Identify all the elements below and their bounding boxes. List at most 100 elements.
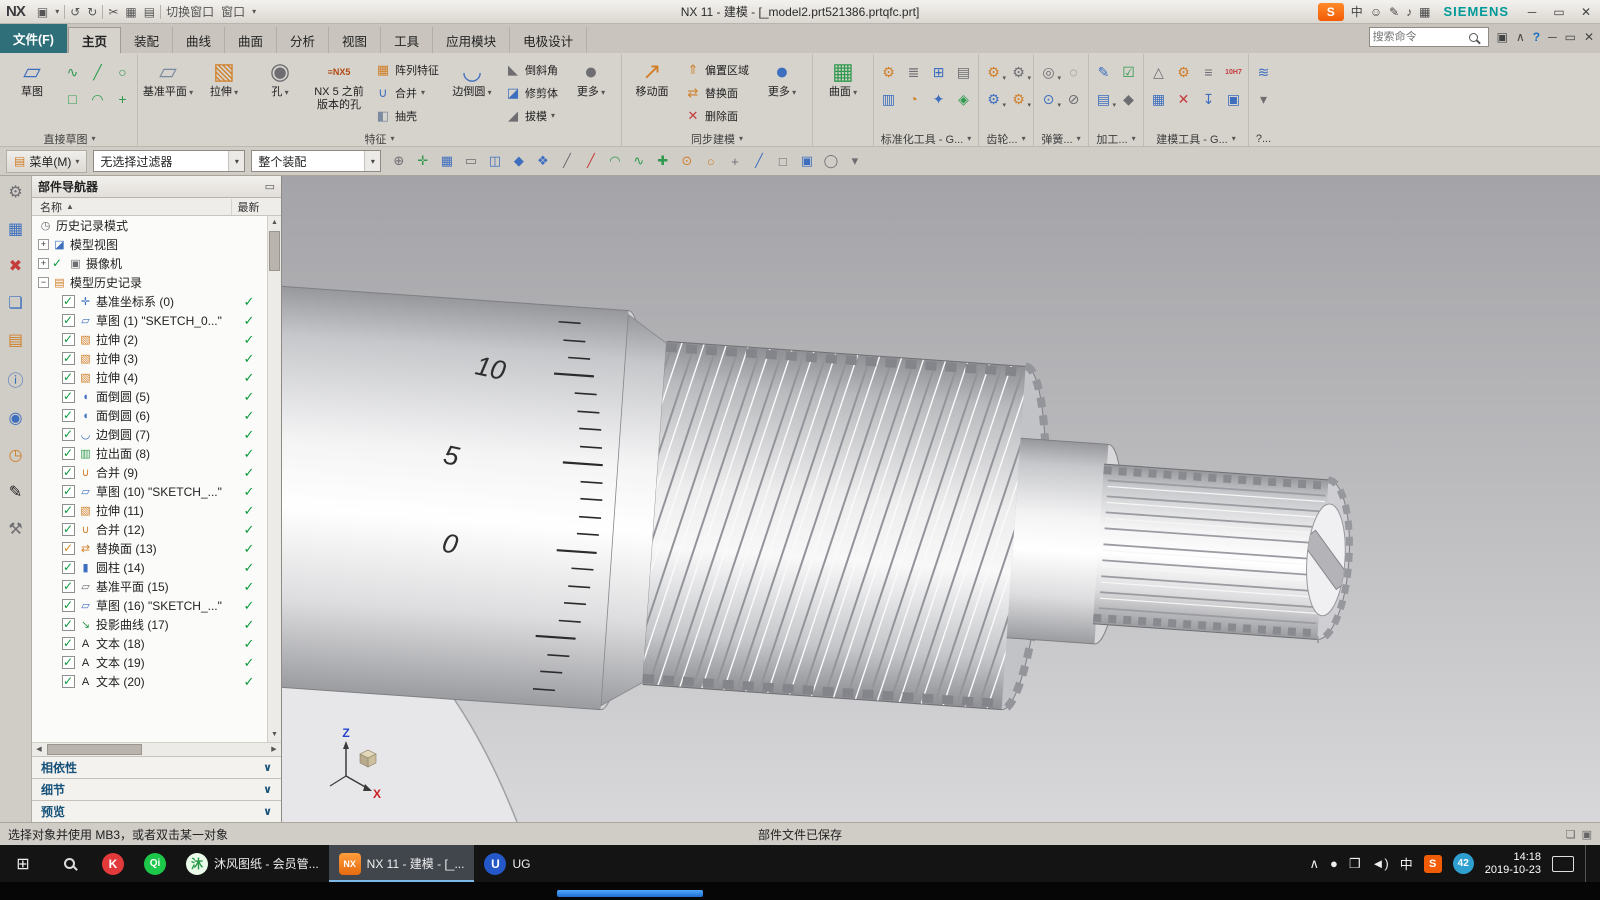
ribbon-tab[interactable]: 主页 (67, 27, 121, 53)
window-menu-arrow[interactable]: ▾ (250, 7, 258, 16)
save-menu-arrow[interactable]: ▾ (53, 7, 61, 16)
selection-toolbar-icon[interactable]: ▣ (795, 149, 818, 173)
scroll-left-arrow[interactable]: ◀ (32, 743, 46, 757)
tree-row[interactable]: ∪ 合并 (9) (32, 463, 267, 482)
machining-tool-icon[interactable]: ▤ (1092, 87, 1116, 111)
feature-checkbox[interactable] (62, 389, 75, 403)
expand-toggle[interactable]: − (38, 277, 49, 288)
minimize-button[interactable]: ─ (1522, 5, 1542, 19)
ribbon-tab[interactable]: 工具 (381, 27, 434, 53)
tray-icon[interactable]: ◄) (1372, 856, 1389, 871)
modeling-tool-icon[interactable]: △ (1147, 60, 1170, 84)
taskbar-app[interactable]: 沐 沐风图纸 - 会员管... (176, 845, 329, 882)
column-latest[interactable]: 最新 (231, 198, 265, 215)
shell-button[interactable]: ◧ 抽壳 (371, 104, 443, 127)
selection-filter-dropdown[interactable]: 无选择过滤器 ▾ (93, 150, 246, 172)
tree-row[interactable]: ◷ 历史记录模式 (32, 216, 267, 235)
vertical-scrollbar[interactable]: ▲ ▼ (267, 216, 281, 742)
scroll-up-arrow[interactable]: ▲ (268, 216, 281, 230)
ime-board-icon[interactable]: ▦ (1419, 5, 1430, 19)
machining-tool-icon[interactable]: ✎ (1092, 60, 1115, 84)
tray-icon[interactable]: 中 (1400, 854, 1413, 873)
move-face-button[interactable]: ↗ 移动面 (625, 55, 679, 99)
tree-row[interactable]: ▱ 基准平面 (15) (32, 577, 267, 596)
trim-body-button[interactable]: ◪ 修剪体 (501, 81, 562, 104)
resource-bar-icon[interactable]: ❏ (8, 293, 22, 313)
unite-button[interactable]: ∪ 合并 (371, 81, 443, 104)
tree-row[interactable]: ◖ 面倒圆 (6) (32, 406, 267, 425)
gear-tool-icon[interactable]: ⚙ (982, 60, 1006, 84)
standard-tool-icon[interactable]: ⊞ (927, 60, 950, 84)
navigator-section-header[interactable]: 预览 ∨ (32, 800, 281, 822)
tree-row[interactable]: ▧ 拉伸 (11) (32, 501, 267, 520)
collapse-ribbon-button[interactable]: ∧ (1516, 30, 1525, 44)
chevron-down-icon[interactable]: ∨ (263, 761, 272, 774)
tree-row[interactable]: ▮ 圆柱 (14) (32, 558, 267, 577)
feature-checkbox[interactable] (62, 636, 75, 650)
switch-window-button[interactable]: 切换窗口 (164, 3, 216, 20)
sketch-tool-icon[interactable]: ◠ (86, 87, 109, 111)
dialog-launcher-icon[interactable]: ▾ (1232, 134, 1236, 143)
redo-button[interactable]: ↻ (85, 5, 99, 19)
selection-toolbar-icon[interactable]: ❖ (531, 149, 554, 173)
tree-row[interactable]: A 文本 (20) (32, 672, 267, 691)
standard-tool-icon[interactable]: ≣ (902, 60, 925, 84)
group-label-feature[interactable]: 特征 ▾ (141, 131, 618, 146)
machining-tool-icon[interactable]: ☑ (1117, 60, 1140, 84)
selection-toolbar-icon[interactable]: ✛ (411, 149, 434, 173)
resource-bar-icon[interactable]: ✎ (9, 482, 22, 502)
hole-button[interactable]: ◉ 孔 (253, 55, 307, 99)
menu-button[interactable]: ▤ 菜单(M) ▾ (6, 149, 88, 173)
undo-button[interactable]: ↺ (68, 5, 82, 19)
maximize-button[interactable]: ▭ (1549, 5, 1569, 19)
delete-face-button[interactable]: ✕ 删除面 (681, 104, 753, 127)
dialog-launcher-icon[interactable]: ▾ (967, 134, 971, 143)
sketch-button[interactable]: ▱ 草图 (5, 55, 59, 99)
feature-checkbox[interactable] (62, 560, 75, 574)
tree-row[interactable]: A 文本 (19) (32, 653, 267, 672)
sogou-ime-icon[interactable]: S (1317, 2, 1344, 21)
selection-toolbar-icon[interactable]: ⊙ (675, 149, 698, 173)
doc-minimize-button[interactable]: ─ (1548, 30, 1557, 44)
machining-tool-icon[interactable]: ◆ (1117, 87, 1140, 111)
tray-icon[interactable]: ∧ (1309, 856, 1319, 872)
undock-panel-button[interactable]: ▭ (265, 180, 275, 193)
scroll-right-arrow[interactable]: ▶ (267, 743, 281, 757)
selection-toolbar-icon[interactable]: ∿ (627, 149, 650, 173)
standard-tool-icon[interactable]: ▤ (952, 60, 975, 84)
ime-pen-icon[interactable]: ✎ (1389, 5, 1399, 19)
offset-region-button[interactable]: ⇑ 偏置区域 (681, 58, 753, 81)
extrude-button[interactable]: ▧ 拉伸 (197, 55, 251, 99)
feature-checkbox[interactable] (62, 408, 75, 422)
modeling-tool-icon[interactable]: ▣ (1222, 87, 1245, 111)
tree-row[interactable]: + ▣ 摄像机 (32, 254, 267, 273)
standard-tool-icon[interactable]: ✦ (927, 87, 950, 111)
modeling-tool-icon[interactable]: ▦ (1147, 87, 1170, 111)
taskbar-app[interactable]: U UG (474, 845, 540, 882)
command-search[interactable] (1368, 27, 1489, 47)
standard-tool-icon[interactable]: ⚙ (877, 60, 900, 84)
selection-toolbar-icon[interactable]: ◯ (819, 149, 842, 173)
selection-toolbar-icon[interactable]: + (723, 149, 746, 173)
edge-blend-button[interactable]: ◡ 边倒圆 (445, 55, 499, 99)
ime-mic-icon[interactable]: ♪ (1406, 5, 1412, 19)
3d-viewport[interactable]: 10 5 0 Z X (282, 176, 1600, 822)
scroll-down-arrow[interactable]: ▼ (268, 728, 281, 742)
modeling-tool-icon[interactable]: 10H7 (1222, 60, 1245, 84)
selection-toolbar-icon[interactable]: ╱ (747, 149, 770, 173)
feature-checkbox[interactable] (62, 370, 75, 384)
extra-tool-icon[interactable]: ≋ (1252, 60, 1275, 84)
sketch-tool-icon[interactable]: + (111, 87, 134, 111)
standard-tool-icon[interactable]: ◈ (952, 87, 975, 111)
feature-checkbox[interactable] (62, 579, 75, 593)
ribbon-tab[interactable]: 视图 (329, 27, 382, 53)
feature-checkbox[interactable] (62, 598, 75, 612)
help-button[interactable]: ? (1533, 30, 1540, 44)
feature-checkbox[interactable] (62, 351, 75, 365)
dialog-launcher-icon[interactable]: ▾ (1022, 134, 1026, 143)
gear-tool-icon[interactable]: ⚙ (1007, 60, 1031, 84)
search-icon[interactable] (1468, 32, 1478, 42)
selection-toolbar-icon[interactable]: ◆ (507, 149, 530, 173)
tree-row[interactable]: + ◪ 模型视图 (32, 235, 267, 254)
selection-toolbar-icon[interactable]: ▭ (459, 149, 482, 173)
